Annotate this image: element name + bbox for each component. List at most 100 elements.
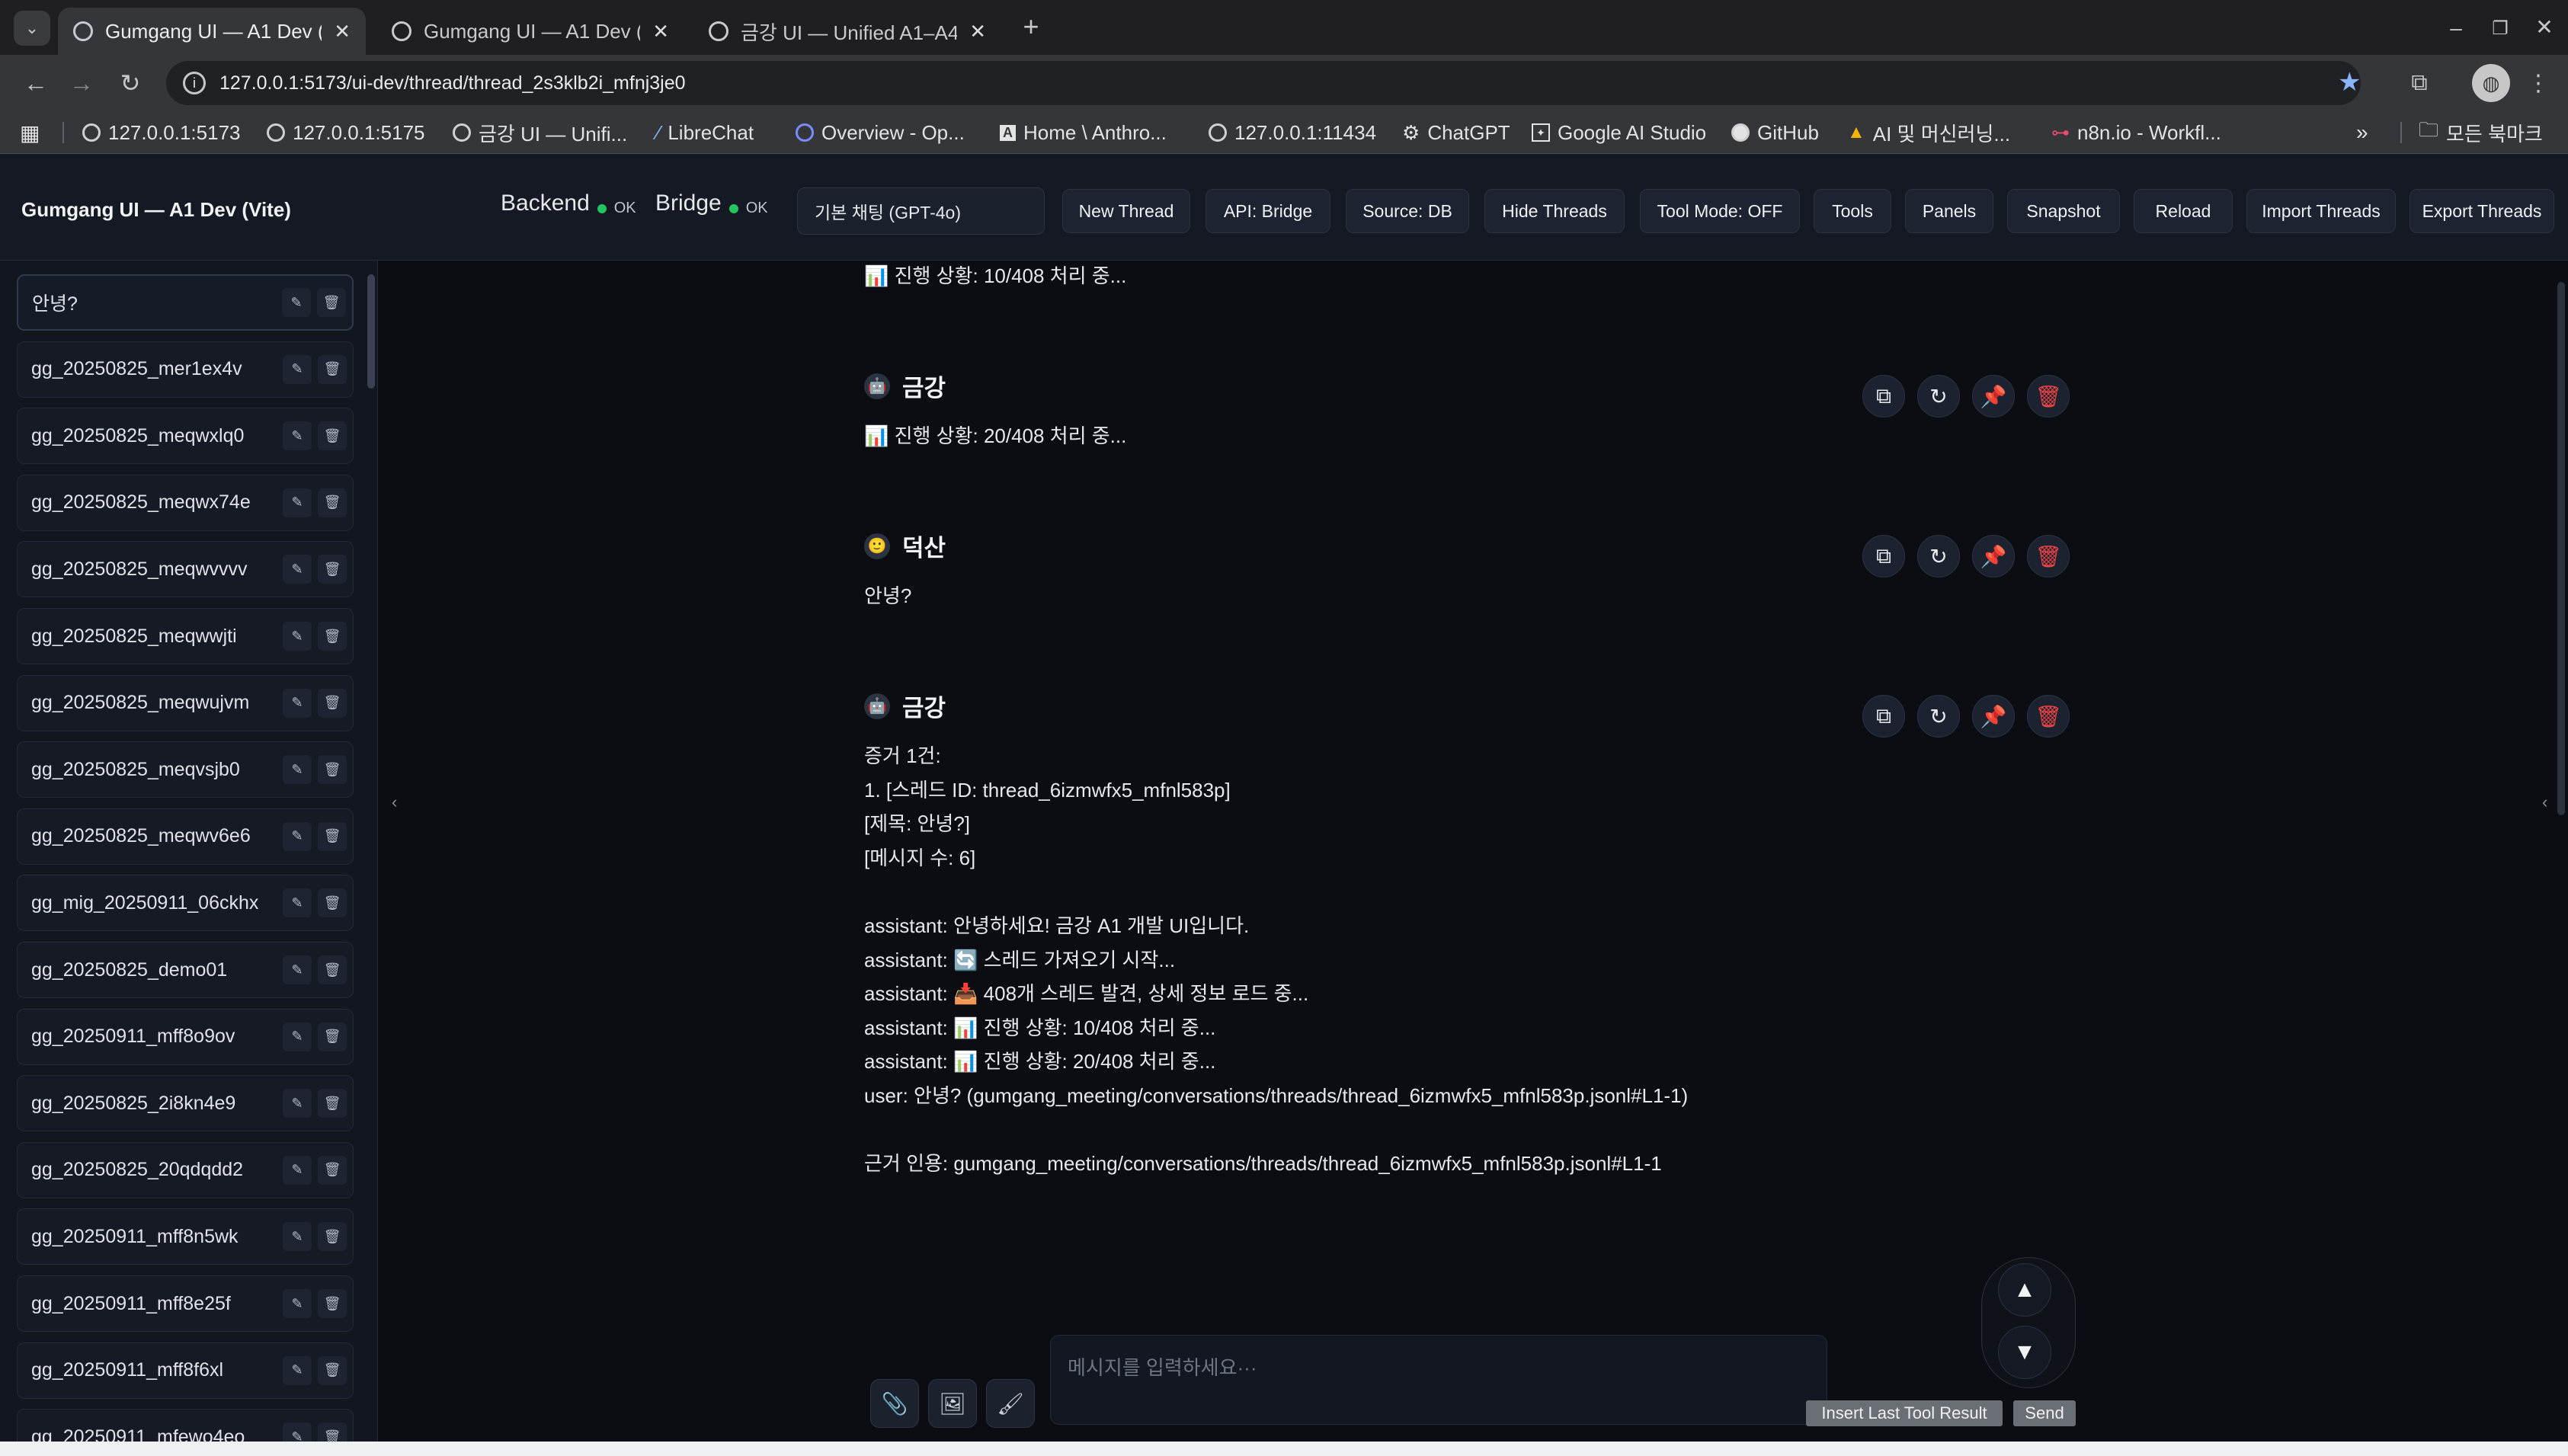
snapshot-button[interactable]: Snapshot <box>2007 189 2120 233</box>
apps-icon[interactable]: ▦ <box>20 120 40 145</box>
edit-icon[interactable]: ✎ <box>283 755 312 785</box>
back-icon[interactable]: ← <box>18 66 53 101</box>
hide-threads-button[interactable]: Hide Threads <box>1484 189 1625 233</box>
close-icon[interactable]: ✕ <box>334 20 351 43</box>
bookmark-item[interactable]: 127.0.0.1:5173 <box>82 120 241 145</box>
pin-icon[interactable]: 📌 <box>1972 695 2015 738</box>
reload-button[interactable]: Reload <box>2134 189 2233 233</box>
tools-button[interactable]: Tools <box>1814 189 1891 233</box>
edit-icon[interactable]: ✎ <box>283 421 312 451</box>
window-close-icon[interactable]: ✕ <box>2527 9 2562 44</box>
insert-last-tool-result-button[interactable]: Insert Last Tool Result <box>1806 1400 2003 1426</box>
export-threads-button[interactable]: Export Threads <box>2410 189 2554 233</box>
thread-item[interactable]: gg_mig_20250911_06ckhx ✎ 🗑 <box>17 875 354 932</box>
thread-item[interactable]: gg_20250825_meqwv6e6 ✎ 🗑 <box>17 808 354 865</box>
trash-icon[interactable]: 🗑 <box>318 688 347 718</box>
trash-icon[interactable]: 🗑 <box>318 821 347 851</box>
thread-item[interactable]: gg_20250825_meqvsjb0 ✎ 🗑 <box>17 741 354 798</box>
trash-icon[interactable]: 🗑 <box>318 1022 347 1051</box>
browser-tab[interactable]: Gumgang UI — A1 Dev (V ✕ <box>58 8 366 55</box>
edit-icon[interactable]: ✎ <box>283 1022 312 1051</box>
all-bookmarks[interactable]: 🗀 모든 북마크 <box>2419 118 2543 146</box>
edit-icon[interactable]: ✎ <box>283 1089 312 1118</box>
trash-icon[interactable]: 🗑 <box>318 1289 347 1318</box>
trash-icon[interactable]: 🗑 <box>318 354 347 384</box>
expand-panel-icon[interactable]: ‹ <box>2542 792 2547 812</box>
bookmark-item[interactable]: ⁄ LibreChat <box>657 120 754 145</box>
trash-icon[interactable]: 🗑 <box>318 1222 347 1252</box>
regenerate-icon[interactable]: ↻ <box>1917 695 1960 738</box>
thread-item[interactable]: gg_20250825_meqwwjti ✎ 🗑 <box>17 608 354 664</box>
regenerate-icon[interactable]: ↻ <box>1917 535 1960 578</box>
edit-icon[interactable]: ✎ <box>283 955 312 984</box>
trash-icon[interactable]: 🗑 <box>318 421 347 451</box>
import-threads-button[interactable]: Import Threads <box>2246 189 2396 233</box>
thread-item[interactable]: gg_20250825_demo01 ✎ 🗑 <box>17 942 354 998</box>
api-bridge-button[interactable]: API: Bridge <box>1206 189 1330 233</box>
star-icon[interactable]: ★ <box>2338 67 2361 98</box>
close-icon[interactable]: ✕ <box>969 20 986 43</box>
profile-icon[interactable]: ◍ <box>2472 64 2510 102</box>
thread-item[interactable]: gg_20250911_mff8n5wk ✎ 🗑 <box>17 1208 354 1266</box>
trash-icon[interactable]: 🗑 <box>318 888 347 918</box>
thread-item[interactable]: gg_20250825_meqwx74e ✎ 🗑 <box>17 474 354 531</box>
bookmark-item[interactable]: 금강 UI — Unifi... <box>453 120 627 146</box>
restore-icon[interactable]: ❐ <box>2483 11 2518 46</box>
edit-icon[interactable]: ✎ <box>283 1289 312 1318</box>
image-icon[interactable]: 🖼 <box>928 1379 977 1428</box>
tool-mode-button[interactable]: Tool Mode: OFF <box>1640 189 1800 233</box>
trash-icon[interactable]: 🗑 <box>318 755 347 785</box>
tab-search-icon[interactable]: ⌄ <box>14 11 50 46</box>
copy-icon[interactable]: ⧉ <box>1862 695 1905 738</box>
edit-icon[interactable]: ✎ <box>283 1355 312 1385</box>
brush-icon[interactable]: 🖌 <box>986 1379 1035 1428</box>
scroll-up-icon[interactable]: ▲ <box>1998 1263 2051 1317</box>
trash-icon[interactable]: 🗑 <box>318 488 347 517</box>
copy-icon[interactable]: ⧉ <box>1862 535 1905 578</box>
regenerate-icon[interactable]: ↻ <box>1917 375 1960 418</box>
edit-icon[interactable]: ✎ <box>283 555 312 584</box>
thread-item[interactable]: gg_20250911_mff8e25f ✎ 🗑 <box>17 1275 354 1332</box>
trash-icon[interactable]: 🗑 <box>318 1422 347 1442</box>
thread-item[interactable]: gg_20250911_mfewo4eo ✎ 🗑 <box>17 1409 354 1442</box>
scroll-down-icon[interactable]: ▼ <box>1998 1326 2051 1379</box>
thread-item[interactable]: gg_20250825_meqwxlq0 ✎ 🗑 <box>17 408 354 465</box>
thread-item[interactable]: gg_20250911_mff8o9ov ✎ 🗑 <box>17 1008 354 1065</box>
edit-icon[interactable]: ✎ <box>283 354 312 384</box>
delete-icon[interactable]: 🗑 <box>2027 695 2070 738</box>
bookmark-item[interactable]: GitHub <box>1731 120 1819 145</box>
panels-button[interactable]: Panels <box>1905 189 1993 233</box>
trash-icon[interactable]: 🗑 <box>317 288 346 317</box>
collapse-sidebar-icon[interactable]: ‹ <box>392 792 397 812</box>
edit-icon[interactable]: ✎ <box>283 488 312 517</box>
thread-item[interactable]: gg_20250825_20qdqdd2 ✎ 🗑 <box>17 1141 354 1198</box>
thread-item[interactable]: 안녕? ✎ 🗑 <box>17 274 354 331</box>
edit-icon[interactable]: ✎ <box>283 1155 312 1185</box>
address-bar[interactable]: i 127.0.0.1:5173/ui-dev/thread/thread_2s… <box>166 61 2361 105</box>
menu-icon[interactable]: ⋮ <box>2521 66 2556 101</box>
new-tab-icon[interactable]: + <box>1013 9 1049 44</box>
trash-icon[interactable]: 🗑 <box>318 955 347 984</box>
thread-item[interactable]: gg_20250825_meqwvvvv ✎ 🗑 <box>17 541 354 598</box>
thread-item[interactable]: gg_20250911_mff8f6xl ✎ 🗑 <box>17 1342 354 1399</box>
chat-scrollbar[interactable] <box>2557 282 2565 815</box>
close-icon[interactable]: ✕ <box>652 20 669 43</box>
edit-icon[interactable]: ✎ <box>283 821 312 851</box>
edit-icon[interactable]: ✎ <box>283 888 312 918</box>
more-bookmarks-icon[interactable]: » <box>2356 120 2368 145</box>
thread-item[interactable]: gg_20250825_meqwujvm ✎ 🗑 <box>17 674 354 731</box>
browser-tab[interactable]: 금강 UI — Unified A1–A4 ✕ <box>693 8 1001 55</box>
bookmark-item[interactable]: ⊶ n8n.io - Workfl... <box>2051 120 2221 145</box>
edit-icon[interactable]: ✎ <box>282 288 311 317</box>
bookmark-item[interactable]: A Home \ Anthro... <box>1000 120 1167 145</box>
reload-icon[interactable]: ↻ <box>113 66 148 101</box>
site-info-icon[interactable]: i <box>183 72 206 94</box>
model-select[interactable]: 기본 채팅 (GPT-4o) <box>797 187 1045 235</box>
attach-icon[interactable]: 📎 <box>870 1379 919 1428</box>
trash-icon[interactable]: 🗑 <box>318 1089 347 1118</box>
pin-icon[interactable]: 📌 <box>1972 535 2015 578</box>
browser-tab[interactable]: Gumgang UI — A1 Dev (V ✕ <box>376 8 684 55</box>
copy-icon[interactable]: ⧉ <box>1862 375 1905 418</box>
thread-item[interactable]: gg_20250825_mer1ex4v ✎ 🗑 <box>17 341 354 398</box>
source-db-button[interactable]: Source: DB <box>1346 189 1469 233</box>
